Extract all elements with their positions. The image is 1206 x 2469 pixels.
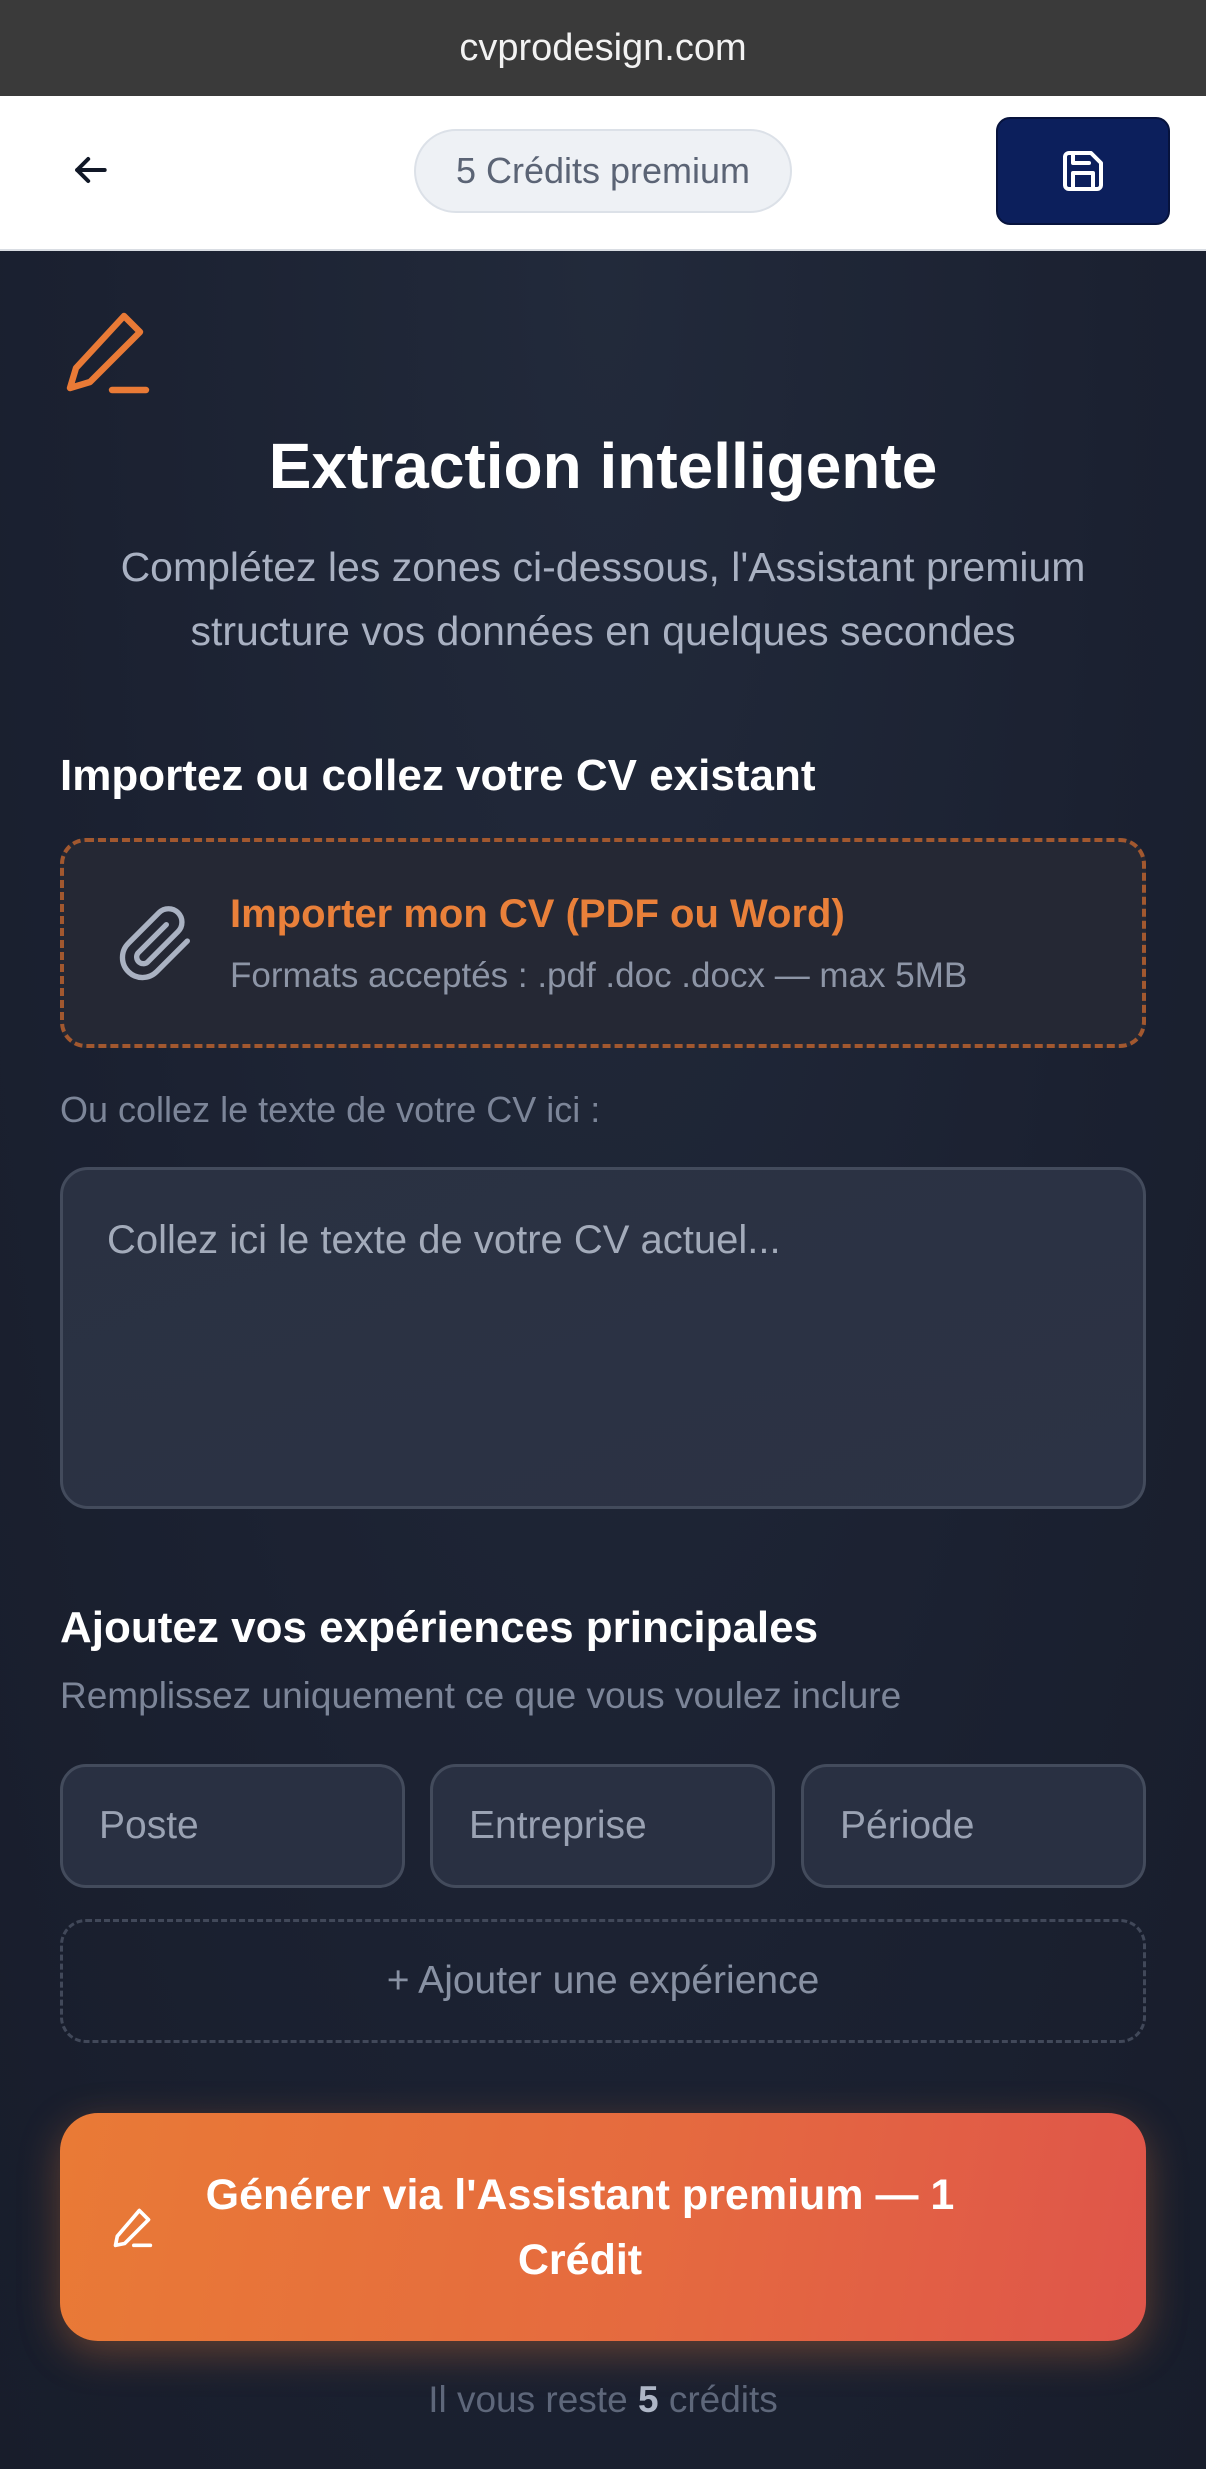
browser-url-bar[interactable]: cvprodesign.com: [0, 0, 1206, 96]
add-experience-button[interactable]: + Ajouter une expérience: [60, 1919, 1146, 2043]
url-text: cvprodesign.com: [459, 26, 747, 69]
paperclip-icon: [119, 906, 190, 981]
credits-badge: 5 Crédits premium: [414, 129, 792, 213]
cv-text-input[interactable]: [60, 1167, 1146, 1509]
page-subtitle: Complétez les zones ci-dessous, l'Assist…: [120, 544, 1086, 654]
credits-remaining: Il vous reste 5 crédits: [0, 2379, 1206, 2421]
experience-section-title: Ajoutez vos expériences principales: [60, 1603, 819, 1652]
pen-icon: [113, 2208, 153, 2248]
cv-upload-dropzone[interactable]: Importer mon CV (PDF ou Word) Formats ac…: [60, 838, 1146, 1048]
period-field[interactable]: [801, 1764, 1146, 1888]
floppy-disk-icon: [1063, 151, 1103, 191]
experience-hint: Remplissez uniquement ce que vous voulez…: [60, 1675, 902, 1716]
position-field[interactable]: [60, 1764, 405, 1888]
pen-icon: [66, 312, 150, 394]
app-header: 5 Crédits premium: [0, 96, 1206, 251]
generate-label: Générer via l'Assistant premium — 1 Créd…: [205, 2171, 955, 2284]
arrow-left-icon: [75, 156, 107, 184]
remaining-suffix: crédits: [668, 2379, 778, 2420]
remaining-prefix: Il vous reste: [428, 2379, 628, 2420]
paste-label: Ou collez le texte de votre CV ici :: [60, 1089, 601, 1130]
main-content: Extraction intelligente Complétez les zo…: [0, 251, 1206, 2469]
add-experience-label: + Ajouter une expérience: [386, 1959, 820, 2002]
remaining-count: 5: [637, 2379, 659, 2420]
upload-formats: Formats acceptés : .pdf .doc .docx — max…: [230, 956, 968, 995]
company-field[interactable]: [430, 1764, 775, 1888]
back-button[interactable]: [58, 138, 122, 202]
page-title: Extraction intelligente: [268, 430, 938, 502]
import-section-title: Importez ou collez votre CV existant: [60, 751, 816, 800]
save-button[interactable]: [996, 117, 1170, 225]
credits-label: 5 Crédits premium: [455, 150, 751, 191]
generate-button[interactable]: Générer via l'Assistant premium — 1 Créd…: [60, 2113, 1146, 2341]
upload-title: Importer mon CV (PDF ou Word): [230, 892, 845, 936]
